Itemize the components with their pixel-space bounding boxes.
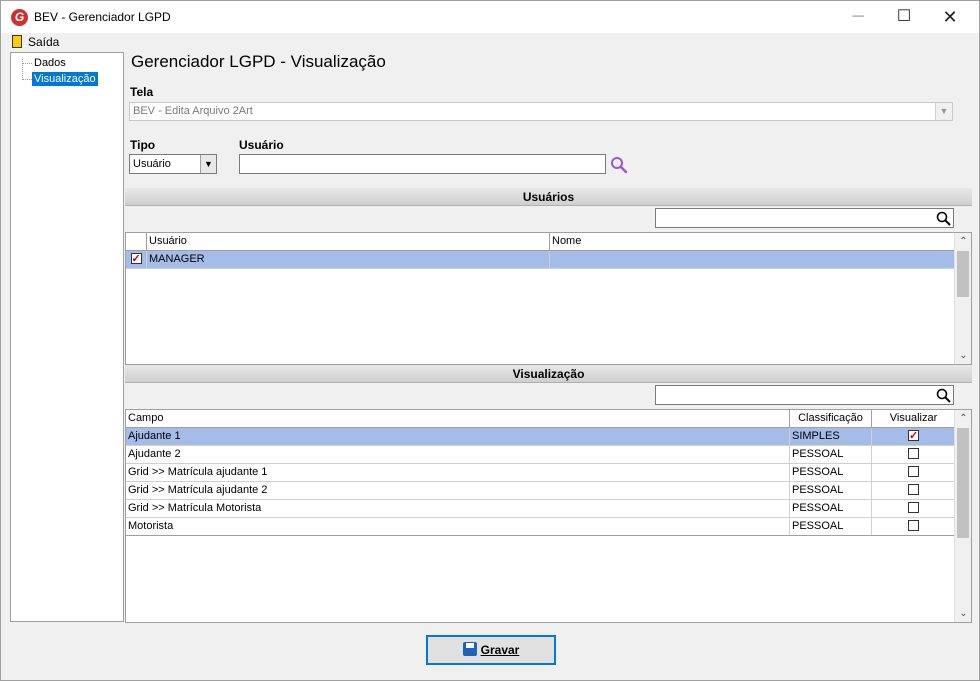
table-row[interactable]: Motorista PESSOAL [126, 518, 955, 536]
cell-campo: Grid >> Matrícula ajudante 2 [126, 482, 790, 499]
visualizacao-filter-input[interactable] [655, 385, 954, 405]
cell-nome [550, 251, 955, 268]
cell-visualizar[interactable] [872, 464, 955, 481]
window-title: BEV - Gerenciador LGPD [34, 10, 171, 24]
chevron-down-icon: ▼ [935, 103, 952, 120]
chevron-down-icon[interactable]: ▼ [200, 155, 216, 173]
visualizacao-section-header: Visualização [125, 365, 972, 383]
table-row[interactable]: Grid >> Matrícula ajudante 2 PESSOAL [126, 482, 955, 500]
tree-item-visualizacao[interactable]: Visualização [32, 72, 98, 86]
title-bar: G BEV - Gerenciador LGPD ─ ☐ ✕ [1, 1, 979, 33]
cell-campo: Ajudante 2 [126, 446, 790, 463]
column-header-nome[interactable]: Nome [550, 233, 955, 251]
column-header-visualizar[interactable]: Visualizar [872, 410, 955, 428]
checkbox[interactable] [908, 465, 919, 477]
checkbox[interactable] [908, 501, 919, 513]
usuarios-section-header: Usuários [125, 188, 972, 206]
tela-select-value: BEV - Edita Arquivo 2Art [133, 105, 253, 117]
page-title: Gerenciador LGPD - Visualização [131, 52, 386, 71]
scroll-down-icon[interactable]: ⌄ [955, 347, 971, 364]
usuarios-filter-input[interactable] [655, 208, 954, 228]
cell-visualizar[interactable] [872, 428, 955, 445]
cell-campo: Grid >> Matrícula Motorista [126, 500, 790, 517]
tree-connector [22, 79, 32, 80]
cell-visualizar[interactable] [872, 446, 955, 463]
cell-classificacao: PESSOAL [790, 464, 872, 481]
save-button[interactable]: Gravar [426, 635, 556, 665]
tree-item-dados[interactable]: Dados [32, 56, 68, 70]
column-header-classificacao[interactable]: Classificação [790, 410, 872, 428]
save-button-label: Gravar [480, 643, 520, 657]
column-header-usuario[interactable]: Usuário [147, 233, 550, 251]
checkbox[interactable] [908, 428, 919, 445]
table-row[interactable]: MANAGER [126, 251, 955, 269]
column-header-campo[interactable]: Campo [126, 410, 790, 428]
scroll-down-icon[interactable]: ⌄ [955, 605, 971, 622]
cell-campo: Grid >> Matrícula ajudante 1 [126, 464, 790, 481]
main-window: G BEV - Gerenciador LGPD ─ ☐ ✕ Saída Dad… [0, 0, 980, 681]
scroll-thumb[interactable] [957, 251, 969, 297]
checkbox[interactable] [130, 251, 142, 268]
checkbox[interactable] [908, 447, 919, 459]
exit-door-icon[interactable] [12, 35, 22, 48]
navigation-tree: Dados Visualização [10, 52, 124, 622]
usuario-label: Usuário [239, 138, 284, 152]
close-button[interactable]: ✕ [927, 1, 973, 33]
scroll-up-icon[interactable]: ⌃ [955, 410, 971, 427]
scroll-thumb[interactable] [957, 428, 969, 538]
usuarios-grid: Usuário Nome MANAGER ⌃ ⌄ [125, 232, 972, 365]
scroll-up-icon[interactable]: ⌃ [955, 233, 971, 250]
cell-campo: Motorista [126, 518, 790, 535]
vertical-scrollbar[interactable]: ⌃ ⌄ [954, 233, 971, 364]
cell-classificacao: PESSOAL [790, 500, 872, 517]
usuarios-grid-header: Usuário Nome [126, 233, 955, 251]
row-checkbox-cell[interactable] [126, 251, 147, 268]
search-icon[interactable] [610, 156, 628, 174]
menu-bar [1, 33, 979, 51]
visualizacao-grid-header: Campo Classificação Visualizar [126, 410, 955, 428]
checkbox[interactable] [908, 519, 919, 531]
tipo-select-value: Usuário [133, 158, 171, 170]
table-row[interactable]: Grid >> Matrícula Motorista PESSOAL [126, 500, 955, 518]
search-icon[interactable] [936, 211, 951, 226]
maximize-button[interactable]: ☐ [881, 1, 927, 33]
visualizacao-grid: Campo Classificação Visualizar Ajudante … [125, 409, 972, 623]
app-g-logo-icon: G [11, 9, 28, 26]
cell-visualizar[interactable] [872, 482, 955, 499]
tela-label: Tela [130, 85, 154, 99]
tipo-label: Tipo [130, 138, 156, 152]
checkbox[interactable] [908, 483, 919, 495]
floppy-disk-icon [462, 642, 477, 657]
cell-classificacao: PESSOAL [790, 518, 872, 535]
cell-visualizar[interactable] [872, 518, 955, 535]
table-row[interactable]: Ajudante 1 SIMPLES [126, 428, 955, 446]
table-row[interactable]: Grid >> Matrícula ajudante 1 PESSOAL [126, 464, 955, 482]
search-icon[interactable] [936, 388, 951, 403]
cell-usuario: MANAGER [147, 251, 550, 268]
exit-menu-item[interactable]: Saída [28, 35, 59, 49]
minimize-button[interactable]: ─ [835, 1, 881, 33]
tela-select: BEV - Edita Arquivo 2Art ▼ [129, 102, 953, 121]
tipo-select[interactable]: Usuário ▼ [129, 154, 217, 174]
select-column-header[interactable] [126, 233, 147, 251]
usuario-input[interactable] [239, 154, 606, 174]
cell-classificacao: PESSOAL [790, 482, 872, 499]
cell-visualizar[interactable] [872, 500, 955, 517]
table-row[interactable]: Ajudante 2 PESSOAL [126, 446, 955, 464]
cell-classificacao: SIMPLES [790, 428, 872, 445]
vertical-scrollbar[interactable]: ⌃ ⌄ [954, 410, 971, 622]
cell-campo: Ajudante 1 [126, 428, 790, 445]
cell-classificacao: PESSOAL [790, 446, 872, 463]
tree-connector [22, 63, 32, 64]
